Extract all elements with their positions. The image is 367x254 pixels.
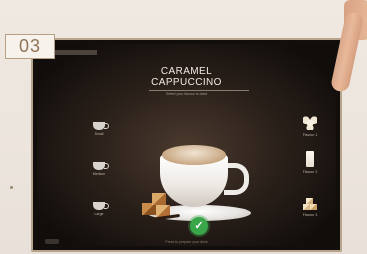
size-label-small: Small (94, 132, 104, 136)
size-option-large[interactable]: Large (79, 202, 119, 216)
size-option-small[interactable]: Small (79, 122, 119, 136)
medium-cup-icon (93, 162, 109, 170)
drink-title: CARAMEL CAPPUCCINO (37, 66, 336, 88)
back-control[interactable] (45, 239, 59, 244)
milk-glass-icon (306, 151, 314, 167)
size-label-large: Large (94, 212, 104, 216)
flavour-label-2: Flavour 2 (302, 170, 318, 174)
flavour-option-1[interactable]: Flavour 1 (290, 114, 330, 137)
check-icon: ✓ (194, 220, 204, 232)
vanilla-flower-icon (303, 116, 317, 130)
title-divider (149, 90, 249, 91)
touchscreen: CARAMEL CAPPUCCINO Select your flavour t… (37, 44, 336, 246)
brand-logo (55, 50, 97, 55)
flavour-label-1: Flavour 1 (302, 133, 318, 137)
confirm-button[interactable]: ✓ (190, 217, 208, 235)
size-label-medium: Medium (92, 172, 106, 176)
drink-subtitle: Select your flavour to drink (165, 92, 208, 96)
flavour-option-3[interactable]: Flavour 3 (290, 194, 330, 217)
drink-title-line2: CAPPUCCINO (151, 77, 222, 88)
flavour-option-2[interactable]: Flavour 2 (290, 151, 330, 174)
flavour-label-3: Flavour 3 (302, 213, 318, 217)
cappuccino-image (142, 139, 256, 223)
bullet-dot (10, 186, 13, 189)
drink-title-line1: CARAMEL (160, 66, 213, 77)
size-option-medium[interactable]: Medium (79, 162, 119, 176)
index-finger (329, 11, 365, 93)
small-cup-icon (93, 122, 109, 130)
prepare-hint: Press to prepare your drink (165, 240, 208, 244)
large-cup-icon (93, 202, 109, 210)
pointing-hand (329, 0, 367, 105)
step-badge: 03 (5, 34, 55, 59)
sugar-cubes-icon (303, 198, 317, 210)
milk-foam (162, 145, 226, 165)
caramel-cubes (142, 193, 172, 217)
touchscreen-device: CARAMEL CAPPUCCINO Select your flavour t… (31, 38, 342, 252)
